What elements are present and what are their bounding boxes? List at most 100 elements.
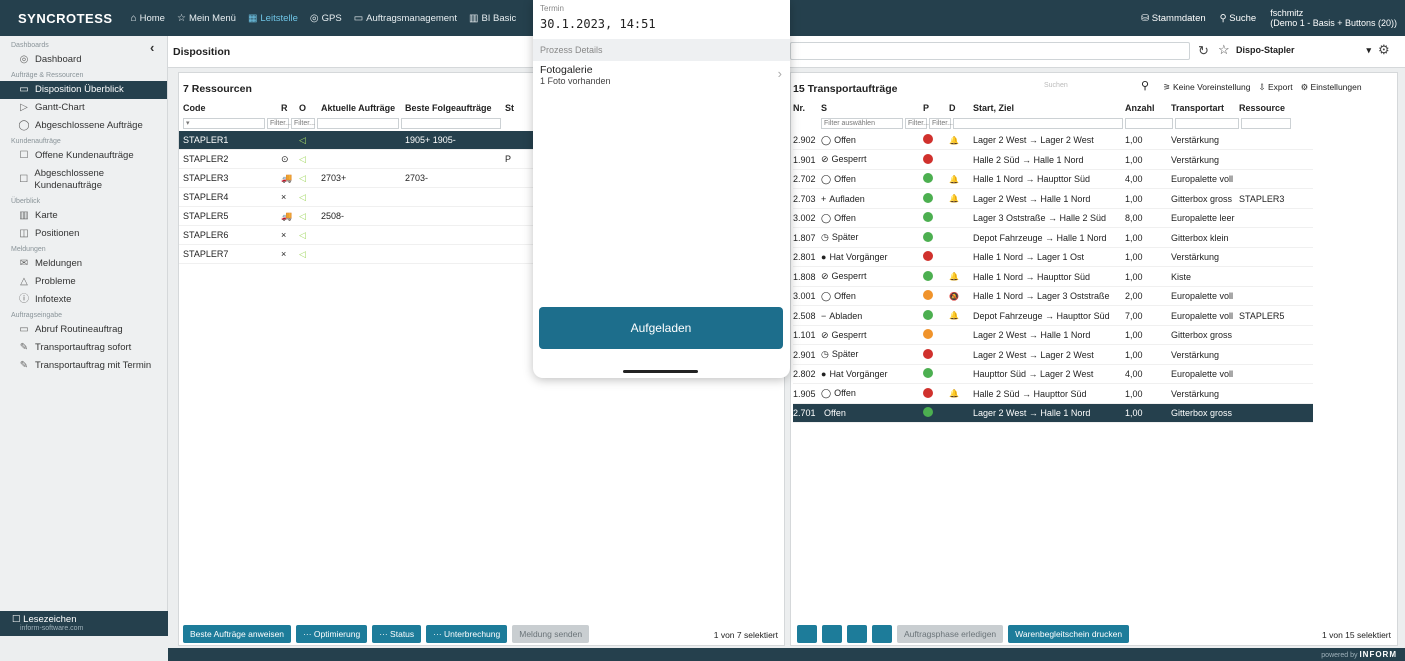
table-row[interactable]: 2.901 ◷ Später Lager 2 West → Lager 2 West 1…: [793, 346, 1313, 365]
priority-dot-icon: [923, 173, 933, 183]
sidebar-item-infotexte[interactable]: ⓘ Infotexte: [0, 291, 167, 309]
sidebar-item-icon: ◎: [19, 54, 29, 65]
table-row[interactable]: 2.802 ● Hat Vorgänger Haupttor Süd → Lager …: [793, 365, 1313, 384]
sidebar-item-abgeschlossene-auftr-ge[interactable]: ◯ Abgeschlossene Aufträge: [0, 117, 167, 135]
table-row[interactable]: 2.902 ◯ Offen 🔔 Lager 2 West → Lager 2 West 1…: [793, 131, 1313, 150]
user-menu[interactable]: fschmitz (Demo 1 - Basis + Buttons (20)): [1270, 8, 1397, 28]
resource-action-button[interactable]: Meldung senden: [512, 625, 590, 643]
table-row[interactable]: 2.701 Offen Lager 2 West → Halle 1 Nord 1,0…: [793, 404, 1313, 423]
o-filter[interactable]: Filter...: [291, 117, 315, 129]
cell-o: ◁: [299, 210, 306, 221]
cell-route: Depot Fahrzeuge → Halle 1 Nord: [973, 232, 1107, 243]
table-row[interactable]: 1.808 ⊘ Gesperrt 🔔 Halle 1 Nord → Haupttor S…: [793, 268, 1313, 287]
resource-action-button[interactable]: ··· Optimierung: [296, 625, 368, 643]
disposition-search-input[interactable]: [790, 42, 1190, 60]
column-header[interactable]: Code: [183, 103, 281, 113]
resource-action-button[interactable]: ··· Unterbrechung: [426, 625, 508, 643]
qty-filter[interactable]: [1125, 117, 1173, 129]
resource-action-button[interactable]: Beste Aufträge anweisen: [183, 625, 292, 643]
table-row[interactable]: 3.001 ◯ Offen 🔕 Halle 1 Nord → Lager 3 Ostst…: [793, 287, 1313, 306]
order-action-button[interactable]: Auftragsphase erledigen: [897, 625, 1004, 643]
nav-item-bi-basic[interactable]: ▥ BI Basic: [463, 0, 522, 36]
settings-button[interactable]: ⚙ Einstellungen: [1301, 82, 1362, 93]
sidebar-item-transportauftrag-mit-termin[interactable]: ✎ Transportauftrag mit Termin: [0, 357, 167, 375]
export-button[interactable]: ⇩ Export: [1259, 82, 1293, 93]
res-filter[interactable]: [1241, 117, 1291, 129]
r-filter[interactable]: Filter...: [267, 117, 291, 129]
settings-gear-icon[interactable]: ⚙: [1378, 42, 1390, 58]
bookmarks-button[interactable]: ☐ Lesezeichen inform-software.com: [0, 611, 168, 636]
column-header[interactable]: Start, Ziel: [973, 103, 1125, 113]
sidebar-item-positionen[interactable]: ◫ Positionen: [0, 225, 167, 243]
sidebar-item-transportauftrag-sofort[interactable]: ✎ Transportauftrag sofort: [0, 339, 167, 357]
nav-item-leitstelle[interactable]: ▦ Leitstelle: [242, 0, 304, 36]
column-header[interactable]: P: [923, 103, 949, 113]
search-link[interactable]: ⚲ Suche: [1220, 13, 1257, 24]
action-button-2[interactable]: [822, 625, 842, 643]
order-action-button[interactable]: Warenbegleitschein drucken: [1008, 625, 1130, 643]
loaded-action-button[interactable]: Aufgeladen: [539, 307, 783, 349]
column-header[interactable]: St: [505, 103, 525, 113]
preset-button[interactable]: ⚞ Keine Voreinstellung: [1163, 82, 1251, 93]
sidebar-item-abruf-routineauftrag[interactable]: ▭ Abruf Routineauftrag: [0, 321, 167, 339]
column-header[interactable]: D: [949, 103, 973, 113]
table-row[interactable]: 2.508− Abladen 🔔 Depot Fahrzeuge → Haupttor…: [793, 307, 1313, 326]
current-filter[interactable]: [317, 117, 399, 129]
search-icon[interactable]: ⚲: [1141, 79, 1149, 92]
next-filter[interactable]: [401, 117, 501, 129]
code-filter[interactable]: ▾: [183, 117, 265, 129]
column-header[interactable]: S: [821, 103, 923, 113]
gallery-subtitle: 1 Foto vorhanden: [540, 76, 611, 86]
table-row[interactable]: 2.702 ◯ Offen 🔔 Halle 1 Nord → Haupttor Süd 4…: [793, 170, 1313, 189]
sidebar-item-meldungen[interactable]: ✉ Meldungen: [0, 255, 167, 273]
column-header[interactable]: O: [299, 103, 321, 113]
column-header[interactable]: Beste Folgeaufträge: [405, 103, 505, 113]
cell-qty: 1,00: [1125, 135, 1143, 145]
status-icon: ●: [821, 369, 827, 379]
column-header[interactable]: Anzahl: [1125, 103, 1171, 113]
column-header[interactable]: Aktuelle Aufträge: [321, 103, 405, 113]
d-filter[interactable]: Filter...: [929, 117, 953, 129]
table-row[interactable]: 3.002 ◯ Offen Lager 3 Oststraße → Halle 2 S…: [793, 209, 1313, 228]
refresh-icon[interactable]: ↻: [1198, 43, 1209, 59]
nav-item-mein-men-[interactable]: ☆ Mein Menü: [171, 0, 242, 36]
resource-action-button[interactable]: ··· Status: [372, 625, 422, 643]
sidebar-item-probleme[interactable]: △ Probleme: [0, 273, 167, 291]
sidebar-item-karte[interactable]: ▥ Karte: [0, 207, 167, 225]
table-row[interactable]: 2.703 + Aufladen 🔔 Lager 2 West → Halle 1 No…: [793, 190, 1313, 209]
table-row[interactable]: 2.801 ● Hat Vorgänger Halle 1 Nord → Lager …: [793, 248, 1313, 267]
route-filter[interactable]: [953, 117, 1123, 129]
sidebar-item-offene-kundenauftr-ge[interactable]: ☐ Offene Kundenaufträge: [0, 147, 167, 165]
p-filter[interactable]: Filter...: [905, 117, 929, 129]
table-row[interactable]: 1.807 ◷ Später Depot Fahrzeuge → Halle 1 No…: [793, 229, 1313, 248]
nav-item-home[interactable]: ⌂ Home: [125, 0, 171, 36]
collapse-sidebar-icon[interactable]: ‹: [150, 40, 154, 55]
orders-search-input[interactable]: Suchen: [1041, 82, 1121, 95]
sidebar-item-abgeschlossene-kundenauftr-ge[interactable]: ☐ Abgeschlossene Kundenaufträge: [0, 165, 167, 195]
table-row[interactable]: 1.101 ⊘ Gesperrt Lager 2 West → Halle 1 Nor…: [793, 326, 1313, 345]
photo-gallery-item[interactable]: Fotogalerie 1 Foto vorhanden ›: [533, 61, 790, 89]
resources-search-input[interactable]: [427, 82, 527, 95]
action-button-4[interactable]: [872, 625, 892, 643]
favorite-star-icon[interactable]: ☆: [1218, 42, 1230, 58]
action-button-1[interactable]: [797, 625, 817, 643]
type-filter[interactable]: [1175, 117, 1239, 129]
status-filter[interactable]: Filter auswählen: [821, 117, 903, 129]
nav-item-gps[interactable]: ◎ GPS: [304, 0, 348, 36]
table-row[interactable]: 1.905 ◯ Offen 🔔 Halle 2 Süd → Haupttor Süd 1,…: [793, 385, 1313, 404]
column-header[interactable]: Transportart: [1171, 103, 1239, 113]
vendor-link[interactable]: inform-software.com: [12, 625, 168, 632]
status-label: Offen: [834, 173, 856, 184]
cell-type: Gitterbox gross: [1171, 330, 1233, 340]
nav-item-auftragsmanagement[interactable]: ▭ Auftragsmanagement: [348, 0, 463, 36]
table-row[interactable]: 1.901 ⊘ Gesperrt Halle 2 Süd → Halle 1 Nord…: [793, 151, 1313, 170]
column-header[interactable]: Nr.: [793, 103, 821, 113]
sidebar-item-disposition-berblick[interactable]: ▭ Disposition Überblick: [0, 81, 167, 99]
sidebar-item-dashboard[interactable]: ◎ Dashboard: [0, 51, 167, 69]
stammdaten-link[interactable]: ⛁ Stammdaten: [1141, 13, 1205, 24]
column-header[interactable]: R: [281, 103, 299, 113]
column-header[interactable]: Ressource: [1239, 103, 1295, 113]
action-button-3[interactable]: [847, 625, 867, 643]
sidebar-item-gantt-chart[interactable]: ▷ Gantt-Chart: [0, 99, 167, 117]
view-select[interactable]: Dispo-Stapler ▾: [1236, 45, 1371, 56]
